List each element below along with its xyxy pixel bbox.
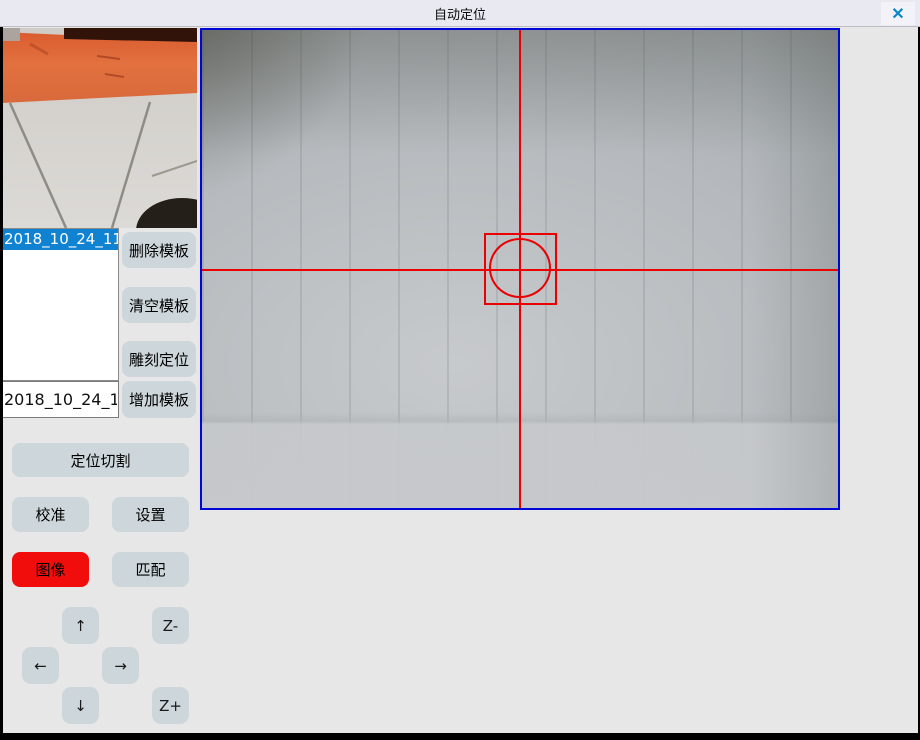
camera-view[interactable]	[200, 28, 840, 510]
jog-up-button[interactable]: ↑	[62, 607, 99, 644]
add-template-button[interactable]: 增加模板	[122, 381, 196, 418]
close-icon[interactable]: ✕	[881, 2, 915, 25]
titlebar: 自动定位 ✕	[0, 0, 920, 27]
template-name-input[interactable]	[2, 381, 119, 418]
template-preview-image	[2, 28, 197, 228]
clear-templates-button[interactable]: 清空模板	[122, 287, 196, 323]
window-border-left	[0, 27, 3, 740]
jog-left-button[interactable]: ←	[22, 647, 59, 684]
engrave-position-button[interactable]: 雕刻定位	[122, 341, 196, 377]
jog-right-button[interactable]: →	[102, 647, 139, 684]
image-button[interactable]: 图像	[12, 552, 89, 587]
settings-button[interactable]: 设置	[112, 497, 189, 532]
position-cut-button[interactable]: 定位切割	[12, 443, 189, 477]
jog-down-button[interactable]: ↓	[62, 687, 99, 724]
jog-z-plus-button[interactable]: Z+	[152, 687, 189, 724]
delete-template-button[interactable]: 删除模板	[122, 232, 196, 268]
dialog-title: 自动定位	[434, 4, 486, 23]
calibrate-button[interactable]: 校准	[12, 497, 89, 532]
target-circle-overlay	[489, 238, 551, 298]
match-button[interactable]: 匹配	[112, 552, 189, 587]
window-border-bottom	[0, 733, 920, 740]
template-list[interactable]: 2018_10_24_11	[2, 228, 119, 381]
jog-z-minus-button[interactable]: Z-	[152, 607, 189, 644]
auto-position-dialog: 自动定位 ✕	[0, 0, 920, 740]
template-list-item[interactable]: 2018_10_24_11	[3, 229, 118, 250]
template-preview-scene	[2, 28, 197, 228]
